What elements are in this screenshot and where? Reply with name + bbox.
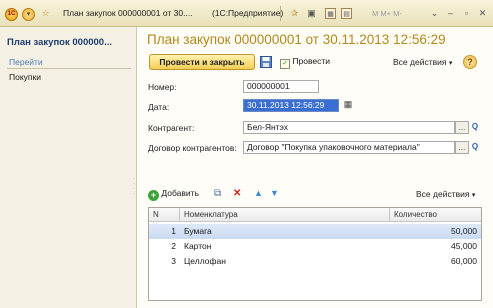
- move-up-icon[interactable]: ▲: [254, 188, 263, 198]
- contract-open-icon[interactable]: Q: [469, 141, 481, 154]
- counterparty-field[interactable]: Бел-Янтэх: [243, 121, 455, 134]
- column-separator: [389, 208, 390, 222]
- calendar-picker-icon[interactable]: ▦: [342, 99, 354, 112]
- counterparty-select-button[interactable]: ...: [455, 121, 469, 134]
- page-title: План закупок 000000001 от 30.11.2013 12:…: [147, 32, 446, 47]
- contract-label: Договор контрагентов:: [148, 143, 237, 153]
- divider: [7, 68, 131, 69]
- resize-grip-icon[interactable]: · · · ·: [133, 176, 136, 207]
- row-item: Бумага: [184, 226, 212, 236]
- memory-buttons-text[interactable]: M M+ M-: [362, 8, 412, 19]
- window-tab-title: План закупок 000000001 от 30....: [63, 8, 193, 18]
- delete-row-icon[interactable]: ✕: [233, 188, 241, 199]
- app-logo-icon[interactable]: 1C: [5, 8, 18, 21]
- calendar-icon[interactable]: ▦: [325, 8, 336, 19]
- help-button[interactable]: ?: [463, 55, 477, 69]
- add-icon: +: [148, 190, 159, 201]
- row-number: 3: [171, 256, 176, 266]
- minimize-icon[interactable]: –: [445, 8, 456, 19]
- table-all-actions-label: Все действия: [416, 189, 470, 199]
- favorite-star-icon[interactable]: ☆: [40, 8, 51, 19]
- number-field[interactable]: 000000001: [243, 80, 319, 93]
- post-icon: ✓: [280, 59, 290, 69]
- contract-select-button[interactable]: ...: [455, 141, 469, 154]
- maximize-icon[interactable]: ▫: [461, 8, 472, 19]
- toolbar-separator: [280, 6, 281, 21]
- row-number: 1: [171, 226, 176, 236]
- table-row[interactable]: 2 Картон 45,000: [149, 239, 481, 254]
- number-label: Номер:: [148, 82, 177, 92]
- chevron-down-icon: ▾: [448, 60, 453, 67]
- navigation-panel: План закупок 000000... Перейти Покупки ·…: [0, 27, 137, 308]
- nav-item-purchases[interactable]: Покупки: [9, 72, 41, 82]
- add-row-button[interactable]: + Добавить: [148, 188, 199, 201]
- add-row-label: Добавить: [161, 188, 199, 198]
- column-header-qty[interactable]: Количество: [394, 210, 437, 219]
- save-icon[interactable]: [260, 56, 272, 68]
- row-quantity: 45,000: [451, 241, 477, 251]
- menu-chevron-icon[interactable]: ▾: [22, 8, 35, 21]
- post-and-close-button[interactable]: Провести и закрыть: [149, 54, 255, 70]
- panel-title: План закупок 000000...: [7, 37, 112, 48]
- row-quantity: 60,000: [451, 256, 477, 266]
- table-row[interactable]: 3 Целлофан 60,000: [149, 254, 481, 269]
- window-titlebar: 1C ▾ ☆ План закупок 000000001 от 30.... …: [0, 0, 493, 27]
- dropdown-arrow-icon[interactable]: ⌄: [429, 8, 440, 19]
- post-button-label: Провести: [292, 56, 330, 66]
- copy-row-icon[interactable]: ⧉: [214, 188, 221, 199]
- row-quantity: 50,000: [451, 226, 477, 236]
- chevron-down-icon: ▾: [471, 192, 476, 199]
- all-actions-label: Все действия: [393, 57, 447, 67]
- date-field[interactable]: 30.11.2013 12:56:29: [243, 99, 339, 112]
- counterparty-open-icon[interactable]: Q: [469, 121, 481, 134]
- items-table[interactable]: N Номенклатура Количество 1 Бумага 50,00…: [148, 207, 482, 301]
- all-actions-menu[interactable]: Все действия ▾: [393, 57, 452, 67]
- goto-section-label: Перейти: [9, 57, 43, 67]
- date-label: Дата:: [148, 102, 170, 112]
- calculator-icon[interactable]: ▤: [341, 8, 352, 19]
- counterparty-label: Контрагент:: [148, 123, 195, 133]
- history-icon[interactable]: ▣: [306, 8, 317, 19]
- table-all-actions-menu[interactable]: Все действия ▾: [416, 189, 475, 199]
- document-form: План закупок 000000001 от 30.11.2013 12:…: [138, 27, 493, 308]
- column-header-item[interactable]: Номенклатура: [184, 210, 238, 219]
- contract-field[interactable]: Договор "Покупка упаковочного материала": [243, 141, 455, 154]
- window-app-name: (1С:Предприятие): [212, 8, 284, 18]
- favorites-add-icon[interactable]: ✰: [289, 8, 300, 19]
- close-icon[interactable]: ✕: [477, 8, 488, 19]
- column-header-n[interactable]: N: [153, 210, 159, 219]
- row-item: Целлофан: [184, 256, 226, 266]
- row-item: Картон: [184, 241, 212, 251]
- table-row[interactable]: 1 Бумага 50,000: [149, 224, 481, 239]
- table-header: N Номенклатура Количество: [149, 208, 481, 222]
- move-down-icon[interactable]: ▼: [270, 188, 279, 198]
- column-separator: [179, 208, 180, 222]
- row-number: 2: [171, 241, 176, 251]
- post-button[interactable]: ✓ Провести: [280, 56, 330, 69]
